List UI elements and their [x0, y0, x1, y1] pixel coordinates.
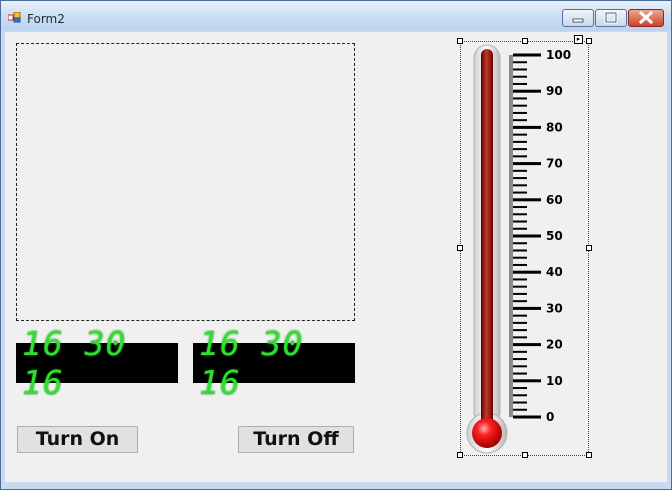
- scale-label: 100: [546, 48, 571, 62]
- scale-minor-tick: [513, 285, 527, 288]
- scale-minor-tick: [513, 82, 527, 85]
- scale-major-tick: [513, 198, 541, 202]
- thermometer-bulb: [472, 418, 502, 448]
- scale-minor-tick: [513, 387, 527, 390]
- scale-minor-tick: [513, 336, 527, 339]
- turn-off-button[interactable]: Turn Off: [238, 426, 354, 453]
- scale-minor-tick: [513, 242, 527, 245]
- scale-minor-tick: [513, 213, 527, 216]
- scale-minor-tick: [513, 278, 527, 281]
- smart-tag-arrow-icon[interactable]: ▸: [574, 35, 583, 44]
- maximize-icon: [604, 11, 618, 24]
- scale-major-tick: [513, 306, 541, 310]
- seven-segment-clock-2: 16 30 16: [193, 324, 355, 402]
- maximize-button[interactable]: [595, 9, 627, 27]
- scale-minor-tick: [513, 220, 527, 223]
- scale-major-tick: [513, 53, 541, 57]
- scale-minor-tick: [513, 263, 527, 266]
- scale-major-tick: [513, 162, 541, 166]
- mercury-column: [481, 49, 493, 433]
- resize-handle-tc[interactable]: [522, 38, 528, 44]
- resize-handle-br[interactable]: [586, 452, 592, 458]
- close-icon: [638, 10, 654, 25]
- scale-minor-tick: [513, 155, 527, 158]
- turn-on-button[interactable]: Turn On: [17, 426, 138, 453]
- scale-major-tick: [513, 89, 541, 93]
- scale-minor-tick: [513, 249, 527, 252]
- scale-minor-tick: [513, 68, 527, 71]
- form-client-area: 16 30 16 16 30 16 Turn On Turn Off 100 9…: [5, 32, 667, 482]
- scale-minor-tick: [513, 329, 527, 332]
- resize-handle-bl[interactable]: [457, 452, 463, 458]
- scale-minor-tick: [513, 394, 527, 397]
- scale-minor-tick: [513, 97, 527, 100]
- resize-handle-mr[interactable]: [586, 245, 592, 251]
- scale-minor-tick: [513, 292, 527, 295]
- scale-minor-tick: [513, 191, 527, 194]
- scale-label: 70: [546, 157, 563, 171]
- thermometer: 1009080706050403020100: [466, 44, 571, 454]
- scale-label: 10: [546, 374, 563, 388]
- scale-label: 80: [546, 120, 563, 134]
- resize-handle-tl[interactable]: [457, 38, 463, 44]
- scale-label: 20: [546, 338, 563, 352]
- scale-minor-tick: [513, 169, 527, 172]
- clock-1-time: 16 30 16: [22, 324, 127, 402]
- scale-label: 60: [546, 193, 563, 207]
- scale-major-tick: [513, 343, 541, 347]
- scale-major-tick: [513, 270, 541, 274]
- scale-label: 50: [546, 229, 563, 243]
- scale-minor-tick: [513, 133, 527, 136]
- scale-minor-tick: [513, 61, 527, 64]
- scale-major-tick: [513, 125, 541, 129]
- scale-minor-tick: [513, 104, 527, 107]
- scale-minor-tick: [513, 358, 527, 361]
- scale-minor-tick: [513, 184, 527, 187]
- scale-minor-tick: [513, 75, 527, 78]
- scale-label: 30: [546, 301, 563, 315]
- scale-minor-tick: [513, 300, 527, 303]
- scale-spine: [509, 55, 513, 417]
- title-bar[interactable]: Form2: [1, 1, 671, 31]
- scale-major-tick: [513, 415, 541, 419]
- clock-2-time: 16 30 16: [199, 324, 304, 402]
- scale-major-tick: [513, 234, 541, 238]
- scale-minor-tick: [513, 408, 527, 411]
- scale-major-tick: [513, 379, 541, 383]
- scale-label: 0: [546, 410, 554, 424]
- close-button[interactable]: [628, 9, 664, 27]
- resize-handle-ml[interactable]: [457, 245, 463, 251]
- app-icon: [8, 12, 21, 23]
- scale-minor-tick: [513, 365, 527, 368]
- resize-handle-bc[interactable]: [522, 452, 528, 458]
- scale-label: 40: [546, 265, 563, 279]
- scale-minor-tick: [513, 321, 527, 324]
- dashed-panel: [16, 43, 355, 321]
- scale-minor-tick: [513, 206, 527, 209]
- seven-segment-clock-1: 16 30 16: [16, 324, 178, 402]
- thermometer-scale: 1009080706050403020100: [513, 48, 571, 424]
- scale-label: 90: [546, 84, 563, 98]
- scale-minor-tick: [513, 227, 527, 230]
- scale-minor-tick: [513, 401, 527, 404]
- window-title: Form2: [27, 12, 65, 26]
- scale-minor-tick: [513, 119, 527, 122]
- scale-minor-tick: [513, 177, 527, 180]
- scale-minor-tick: [513, 140, 527, 143]
- scale-minor-tick: [513, 148, 527, 151]
- scale-minor-tick: [513, 314, 527, 317]
- scale-minor-tick: [513, 372, 527, 375]
- minimize-button[interactable]: [562, 9, 594, 27]
- minimize-icon: [572, 18, 584, 23]
- scale-minor-tick: [513, 256, 527, 259]
- scale-minor-tick: [513, 111, 527, 114]
- scale-minor-tick: [513, 350, 527, 353]
- form2-window: Form2 16 30 16 16 30 16 Turn On Turn Off: [0, 0, 672, 490]
- resize-handle-tr[interactable]: [586, 38, 592, 44]
